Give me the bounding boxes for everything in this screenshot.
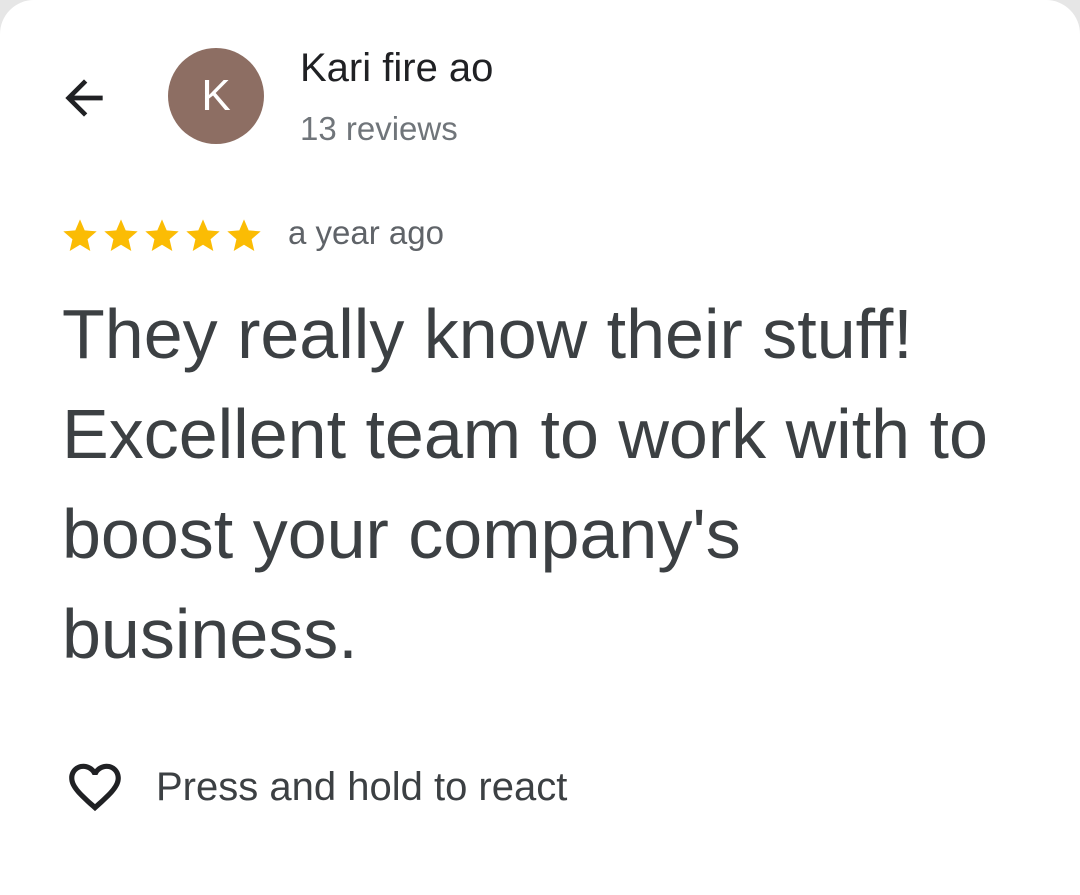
heart-outline-icon [69,763,121,812]
star-icon [63,219,97,251]
star-icon [186,219,220,251]
avatar[interactable]: K [168,48,264,144]
arrow-back-icon [65,79,103,117]
star-icon [227,219,261,251]
avatar-initial: K [201,71,231,120]
back-button[interactable] [52,68,116,128]
react-label: Press and hold to react [156,764,568,809]
star-rating [60,216,264,256]
review-card: K Kari fire ao 13 reviews a year ago The… [0,0,1080,895]
author-name[interactable]: Kari fire ao [300,46,493,91]
review-date: a year ago [288,214,444,251]
star-icon [104,219,138,251]
react-button[interactable]: Press and hold to react [64,756,567,818]
star-icon [145,219,179,251]
review-text: They really know their stuff! Excellent … [62,295,988,673]
review-count: 13 reviews [300,110,458,147]
